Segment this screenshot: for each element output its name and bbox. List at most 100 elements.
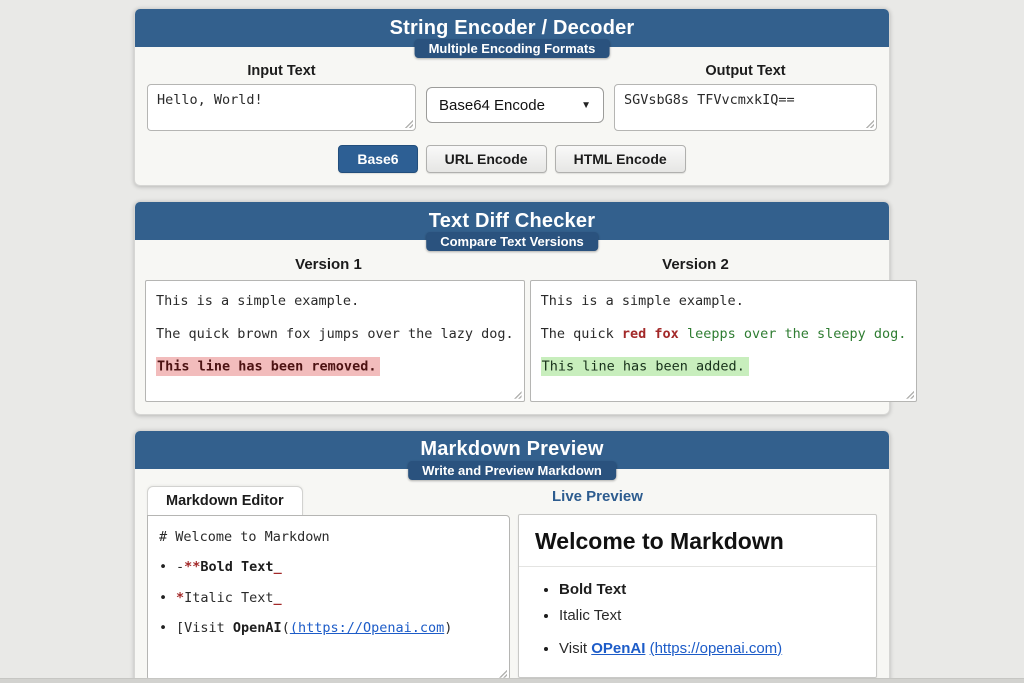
text-line: •-**Bold Text_ <box>159 558 498 578</box>
text-segment: # Welcome to Markdown <box>159 529 330 545</box>
encoder-subtitle-badge: Multiple Encoding Formats <box>415 39 610 58</box>
diff-title: Text Diff Checker <box>429 210 595 233</box>
line-content: Visit OPenAI (https://openai.com) <box>559 640 782 657</box>
link[interactable]: (https://openai.com) <box>650 640 783 657</box>
output-textarea[interactable]: SGVsbG8s TFVvcmxkIQ== <box>614 84 877 131</box>
markdown-editor-tab[interactable]: Markdown Editor <box>147 486 303 516</box>
line-content: -**Bold Text_ <box>176 558 282 578</box>
text-segment: The quick brown fox jumps over the lazy … <box>156 326 514 342</box>
diff-boxes-row: This is a simple example. The quick brown… <box>145 280 879 402</box>
text-segment: OpenAI <box>233 620 282 636</box>
bullet-marker: • <box>159 589 176 609</box>
text-line: This line has been removed. <box>156 357 514 377</box>
chevron-down-icon: ▼ <box>581 100 591 111</box>
encoder-button-html-encode[interactable]: HTML Encode <box>555 145 686 173</box>
text-segment: Italic Text <box>559 607 621 624</box>
text-segment: ** <box>184 559 200 575</box>
encoder-io-row: Input Text Hello, World! Base64 Encode ▼… <box>147 63 877 131</box>
bullet-marker: • <box>159 619 176 639</box>
input-textarea[interactable]: Hello, World! <box>147 84 416 131</box>
encoder-button-base6[interactable]: Base6 <box>338 145 417 173</box>
encoder-title: String Encoder / Decoder <box>390 17 635 40</box>
text-segment: * <box>176 590 184 606</box>
text-line: •*Italic Text_ <box>159 589 498 609</box>
encoder-button-url-encode[interactable]: URL Encode <box>426 145 547 173</box>
markdown-editor-column: Markdown Editor # Welcome to Markdown•-*… <box>147 485 510 681</box>
version2-label: Version 2 <box>512 256 879 273</box>
output-text-value: SGVsbG8s TFVvcmxkIQ== <box>624 92 795 108</box>
resize-handle-icon[interactable] <box>497 668 507 678</box>
diff-panel: Text Diff Checker Compare Text Versions … <box>134 201 890 415</box>
resize-handle-icon[interactable] <box>864 118 874 128</box>
text-line: Italic Text <box>559 607 876 624</box>
text-line: This line has been added. <box>541 357 907 377</box>
text-segment: ( <box>282 620 290 636</box>
link[interactable]: (https://Openai.com <box>290 620 444 636</box>
text-segment: Bold Text <box>559 581 626 598</box>
text-line: This is a simple example. <box>541 292 907 312</box>
text-segment: - <box>176 559 184 575</box>
diff-header: Text Diff Checker Compare Text Versions <box>135 202 889 240</box>
output-text-label: Output Text <box>614 63 877 79</box>
markdown-panel: Markdown Preview Write and Preview Markd… <box>134 430 890 683</box>
output-column: Output Text SGVsbG8s TFVvcmxkIQ== <box>614 63 877 131</box>
select-column: Base64 Encode ▼ <box>426 63 604 131</box>
encoder-header: String Encoder / Decoder Multiple Encodi… <box>135 9 889 47</box>
input-text-label: Input Text <box>147 63 416 79</box>
preview-heading: Welcome to Markdown <box>519 515 876 567</box>
resize-handle-icon[interactable] <box>512 389 522 399</box>
markdown-preview-column: Live Preview Welcome to Markdown Bold Te… <box>518 485 877 678</box>
page-content: String Encoder / Decoder Multiple Encodi… <box>134 0 890 683</box>
select-spacer <box>426 63 604 87</box>
encoder-body: Input Text Hello, World! Base64 Encode ▼… <box>135 47 889 185</box>
text-segment: [Visit <box>176 620 233 636</box>
screen-bottom-edge <box>0 678 1024 683</box>
line-content: The quick brown fox jumps over the lazy … <box>156 326 514 342</box>
markdown-editor-textarea[interactable]: # Welcome to Markdown•-**Bold Text_•*Ita… <box>147 515 510 681</box>
text-line: Visit OPenAI (https://openai.com) <box>559 640 876 657</box>
encoding-select-value: Base64 Encode <box>439 97 545 114</box>
text-segment: Italic Text <box>184 590 273 606</box>
line-content: The quick red fox leepps over the sleepy… <box>541 326 907 342</box>
version1-textarea[interactable]: This is a simple example. The quick brown… <box>145 280 525 402</box>
version1-label: Version 1 <box>145 256 512 273</box>
text-line: # Welcome to Markdown <box>159 528 498 548</box>
text-segment: This line has been removed. <box>157 358 376 374</box>
text-segment: red fox <box>622 326 679 342</box>
markdown-body: Markdown Editor # Welcome to Markdown•-*… <box>135 469 889 683</box>
encoder-panel: String Encoder / Decoder Multiple Encodi… <box>134 8 890 186</box>
encoding-select[interactable]: Base64 Encode ▼ <box>426 87 604 123</box>
bullet-marker: • <box>159 558 176 578</box>
line-content: *Italic Text_ <box>176 589 282 609</box>
added-line-highlight: This line has been added. <box>541 357 749 376</box>
text-line: The quick brown fox jumps over the lazy … <box>156 325 514 345</box>
text-segment: This line has been added. <box>542 358 745 374</box>
input-text-value: Hello, World! <box>157 92 263 108</box>
input-column: Input Text Hello, World! <box>147 63 416 131</box>
text-segment: leepps over the sleepy dog. <box>679 326 907 342</box>
text-line: Bold Text <box>559 581 876 598</box>
line-content: Bold Text <box>559 581 626 598</box>
markdown-subtitle-badge: Write and Preview Markdown <box>408 461 616 480</box>
text-line: This is a simple example. <box>156 292 514 312</box>
diff-body: Version 1 Version 2 This is a simple exa… <box>135 240 889 414</box>
markdown-preview-pane: Welcome to Markdown Bold Text Italic Text… <box>518 514 877 678</box>
markdown-columns: Markdown Editor # Welcome to Markdown•-*… <box>147 485 877 681</box>
markdown-title: Markdown Preview <box>420 438 603 461</box>
text-segment: The quick <box>541 326 622 342</box>
text-line: The quick red fox leepps over the sleepy… <box>541 325 907 345</box>
line-content: Italic Text <box>559 607 621 624</box>
version-labels-row: Version 1 Version 2 <box>145 256 879 273</box>
link[interactable]: OPenAI <box>591 640 645 657</box>
resize-handle-icon[interactable] <box>403 118 413 128</box>
preview-bullet-list: Bold Text Italic Text Visit OPenAI (https:… <box>559 581 876 657</box>
text-segment: This is a simple example. <box>541 293 744 309</box>
text-segment: _ <box>274 590 282 606</box>
resize-handle-icon[interactable] <box>904 389 914 399</box>
markdown-header: Markdown Preview Write and Preview Markd… <box>135 431 889 469</box>
live-preview-label: Live Preview <box>552 488 877 505</box>
text-segment: Visit <box>559 640 591 657</box>
version2-textarea[interactable]: This is a simple example. The quick red f… <box>530 280 918 402</box>
line-content: This is a simple example. <box>541 293 744 309</box>
line-content: This is a simple example. <box>156 293 359 309</box>
